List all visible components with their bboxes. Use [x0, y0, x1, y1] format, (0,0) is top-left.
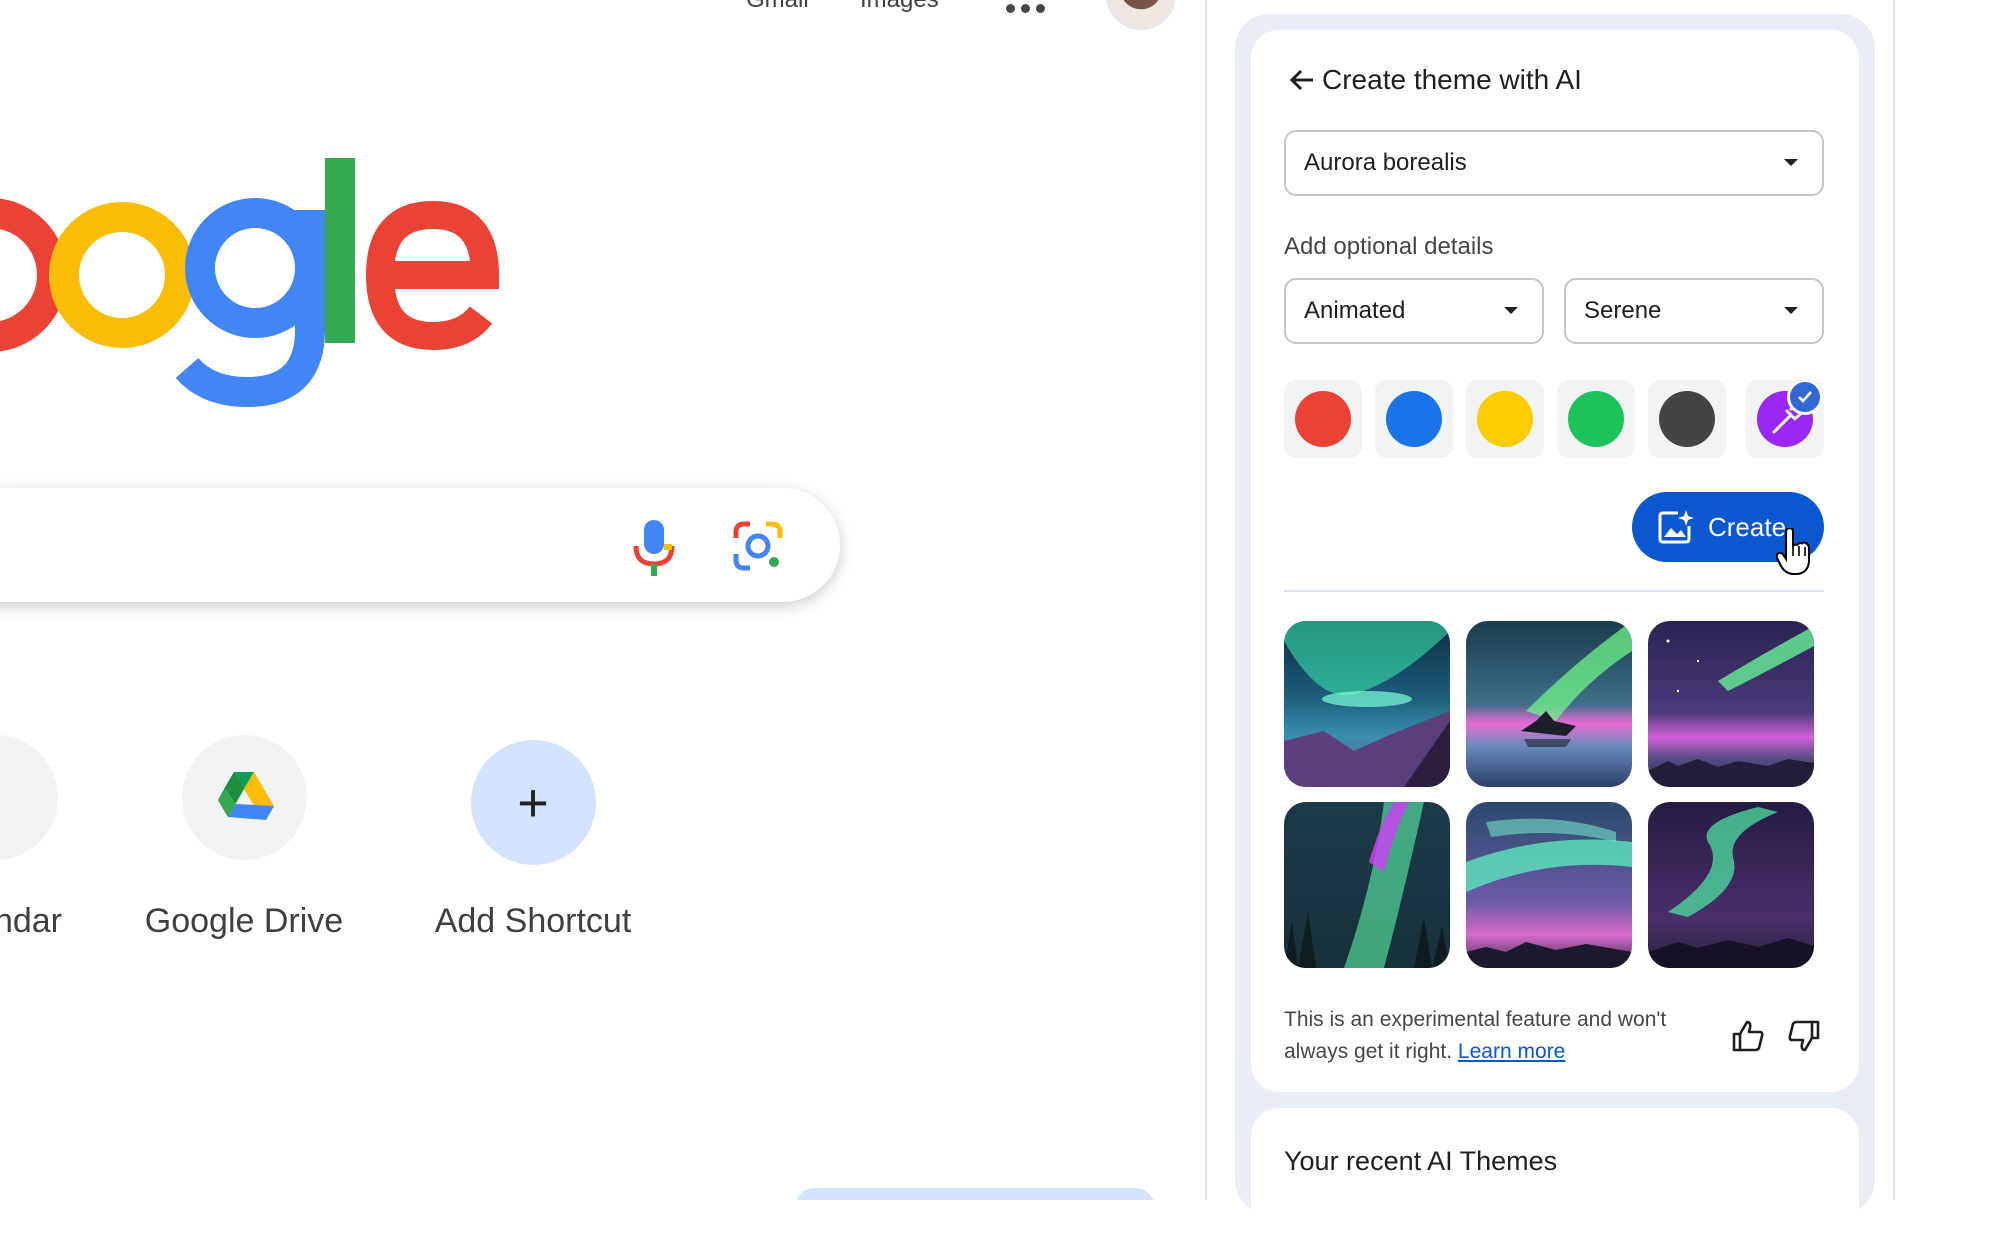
theme-thumbnail-3[interactable] [1648, 621, 1814, 787]
swatch-dot [1386, 391, 1442, 447]
drive-icon [181, 735, 307, 860]
shortcut-label: Google Drive [144, 902, 344, 940]
shortcut-label: ndar [0, 902, 62, 940]
color-swatch-green[interactable] [1557, 380, 1635, 458]
add-shortcut-button[interactable]: + Add Shortcut [408, 740, 658, 941]
lens-icon[interactable] [730, 518, 786, 574]
gmail-link[interactable]: Gmail [746, 0, 809, 14]
learn-more-link[interactable]: Learn more [1458, 1040, 1565, 1063]
shortcut-calendar[interactable]: ndar [0, 735, 120, 941]
theme-thumbnail-1[interactable] [1284, 621, 1450, 787]
panel-title: Create theme with AI [1322, 64, 1582, 95]
thumbs-up-icon[interactable] [1730, 1018, 1766, 1054]
color-swatch-red[interactable] [1284, 380, 1362, 458]
calendar-icon [0, 735, 58, 860]
images-link[interactable]: Images [860, 0, 939, 14]
recent-themes-card [1251, 1108, 1859, 1248]
swatch-dot [1568, 391, 1624, 447]
swatch-dot [1477, 391, 1533, 447]
thumbs-down-icon[interactable] [1786, 1018, 1822, 1054]
subject-select[interactable]: Aurora borealis [1284, 130, 1824, 196]
optional-details-label: Add optional details [1284, 233, 1494, 260]
shortcut-google-drive[interactable]: Google Drive [119, 735, 369, 941]
chevron-down-icon [1784, 307, 1798, 314]
check-icon [1787, 379, 1823, 415]
color-swatch-custom[interactable] [1746, 379, 1824, 458]
chevron-down-icon [1784, 159, 1798, 166]
subject-select-value: Aurora borealis [1304, 149, 1467, 176]
new-tab-page: Gmail Images ndar [0, 0, 1205, 1200]
customize-chrome-button[interactable] [795, 1188, 1155, 1200]
window-edge [1893, 0, 1895, 1200]
shortcut-label: Add Shortcut [434, 902, 632, 940]
google-logo [0, 158, 500, 408]
plus-icon: + [470, 740, 596, 865]
theme-thumbnail-6[interactable] [1648, 802, 1814, 968]
apps-icon[interactable] [1006, 0, 1046, 16]
mic-icon[interactable] [628, 518, 680, 578]
mood-select[interactable]: Serene [1564, 278, 1824, 344]
avatar[interactable] [1106, 0, 1176, 30]
panel-divider [1205, 0, 1207, 1200]
swatch-dot [1659, 391, 1715, 447]
style-select[interactable]: Animated [1284, 278, 1544, 344]
color-swatch-dark-gray[interactable] [1648, 380, 1726, 458]
mood-select-value: Serene [1584, 297, 1662, 324]
color-swatch-blue[interactable] [1375, 380, 1453, 458]
experimental-disclaimer: This is an experimental feature and won'… [1284, 1004, 1704, 1068]
theme-thumbnail-4[interactable] [1284, 802, 1450, 968]
back-arrow-icon[interactable] [1284, 62, 1320, 98]
section-divider [1284, 590, 1824, 592]
recent-themes-heading: Your recent AI Themes [1284, 1146, 1558, 1176]
chevron-down-icon [1504, 307, 1518, 314]
hand-cursor-icon [1776, 528, 1810, 575]
image-sparkle-icon [1658, 510, 1694, 544]
swatch-dot [1295, 391, 1351, 447]
color-swatch-yellow[interactable] [1466, 380, 1544, 458]
style-select-value: Animated [1304, 297, 1406, 324]
search-box[interactable] [0, 488, 840, 602]
theme-thumbnail-5[interactable] [1466, 802, 1632, 968]
eyedropper-icon [1757, 379, 1823, 447]
create-button-label: Create [1708, 511, 1787, 542]
theme-thumbnail-2[interactable] [1466, 621, 1632, 787]
